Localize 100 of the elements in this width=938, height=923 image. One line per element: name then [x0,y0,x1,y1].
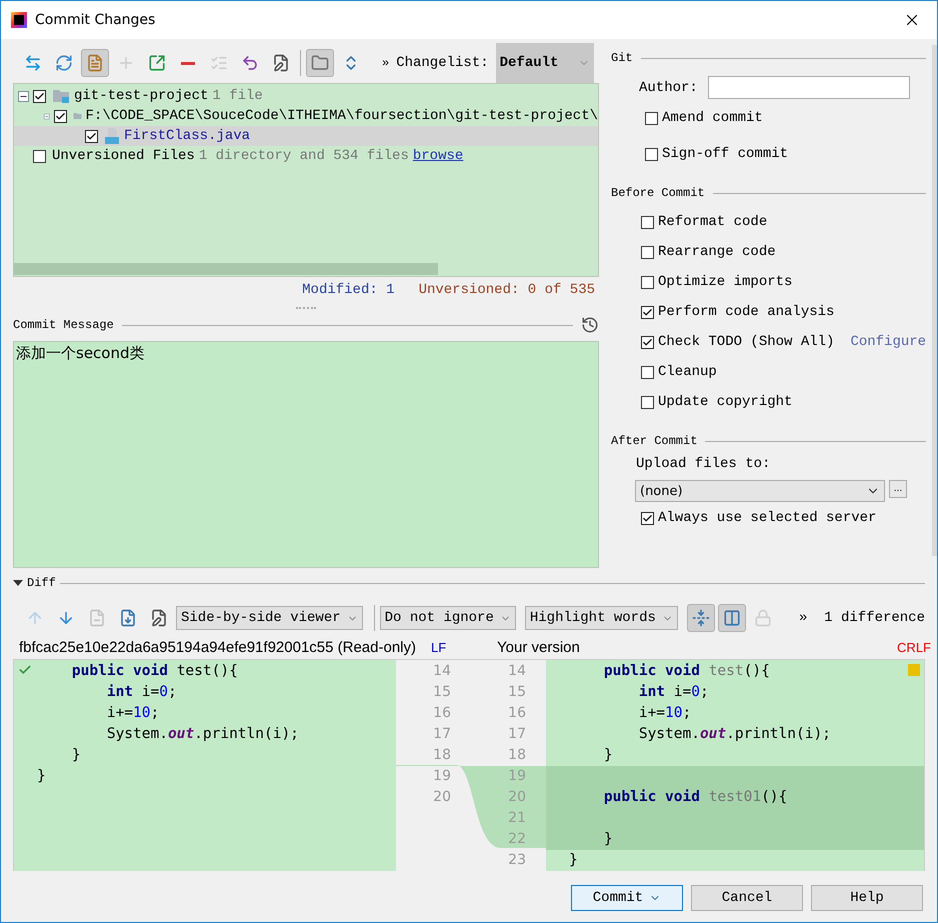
line-number: 14 [508,662,526,681]
code-line: i+=10; [106,704,160,723]
line-number: 19 [433,767,451,786]
code-line: i+=10; [638,704,692,723]
history-icon[interactable] [581,316,599,334]
checkbox[interactable] [645,112,658,124]
tree-row[interactable]: F:\CODE_SPACE\SouceCode\ITHEIMA\foursection\git-test-project\ [14,106,598,126]
tree-meta: 1 directory and 534 files [198,148,409,164]
java-file-icon [104,127,120,145]
code-line: } [602,830,613,849]
checkbox[interactable] [641,396,654,408]
option-label: Amend commit [662,110,763,126]
line-number: 22 [508,830,526,849]
collapse-icon[interactable] [18,90,29,102]
scrollbar[interactable] [14,263,438,275]
line-separator: CRLF [897,640,931,654]
tree-row[interactable]: FirstClass.java [14,126,598,146]
option-label: Check TODO (Show All) [658,334,834,350]
checkbox[interactable] [641,306,654,318]
checkbox[interactable] [85,130,98,142]
app-icon [11,12,27,28]
code-line: System.out.println(i); [638,725,831,744]
window-title: Commit Changes [35,12,156,28]
columns-button[interactable] [718,604,746,632]
collapse-button[interactable] [686,604,715,632]
check-icon [18,663,32,677]
checkbox[interactable] [33,150,46,162]
checkmark-icon [54,110,66,122]
option-label: Rearrange code [658,244,776,260]
section-title: Diff [27,576,56,590]
code-line: public void test01(){ [602,788,788,807]
author-field[interactable] [708,76,910,99]
dialog-button[interactable]: Cancel [691,885,803,911]
folder-icon [52,88,70,104]
tree-label: FirstClass.java [124,128,250,144]
dropdown[interactable]: Side-by-side viewer [176,606,363,630]
checkbox[interactable] [641,512,654,524]
commit-message-field[interactable]: 添加一个second类 [13,341,599,568]
browse-link[interactable]: browse [412,148,464,164]
left-file-title: fbfcac25e10e22da6a95194a94efe91f92001c55 (Read-only) [19,638,417,656]
unversioned-count: Unversioned: 0 of 535 [418,282,595,298]
checkbox[interactable] [641,366,654,378]
right-file-title: Your version [497,638,581,656]
line-number: 15 [433,683,451,702]
option-label: Perform code analysis [658,304,834,320]
tree-label: Unversioned Files [52,148,195,164]
changelist-dropdown[interactable]: Default [496,43,594,83]
line-number: 18 [433,746,451,765]
option-label: Always use selected server [658,510,876,526]
line-number: 15 [508,683,526,702]
configure-link[interactable]: Configure [850,334,926,350]
checkbox[interactable] [641,276,654,288]
checkmark-icon [86,130,97,142]
line-number: 20 [433,788,451,807]
checkmark-icon [642,336,653,348]
dialog-button[interactable]: Commit [571,885,683,911]
collapse-triangle-icon[interactable] [13,579,23,587]
checkbox[interactable] [54,110,66,122]
checkmark-icon [642,512,653,524]
tree-row[interactable]: Unversioned Files 1 directory and 534 files browse [14,146,598,166]
checkbox[interactable] [641,216,654,228]
section-title: After Commit [611,434,698,448]
option-label: Optimize imports [658,274,792,290]
line-number: 20 [508,788,526,807]
checkbox[interactable] [641,246,654,258]
line-number: 17 [508,725,526,744]
upload-dropdown[interactable]: (none) [635,480,885,502]
tree-label: F:\CODE_SPACE\SouceCode\ITHEIMA\foursection\git-test-project\ [86,108,598,124]
checkbox[interactable] [33,90,46,102]
section-title: Git [611,51,633,65]
line-number: 16 [433,704,451,723]
line-number: 16 [508,704,526,723]
checkmark-icon [34,90,45,102]
upload-label: Upload files to: [636,456,770,472]
section-title: Commit Message [13,318,114,332]
code-line: public void test(){ [602,662,770,681]
option-label: Sign-off commit [662,146,788,162]
option-label: Cleanup [658,364,717,380]
more-button[interactable]: ... [889,480,907,498]
checkmark-icon [642,306,653,318]
line-number: 18 [508,746,526,765]
splitter-grip[interactable] [296,306,316,310]
folder-button[interactable] [306,49,334,77]
code-line: int i=0; [638,683,709,702]
change-marker [908,664,920,676]
tree-row[interactable]: git-test-project 1 file [14,86,598,106]
checkbox[interactable] [641,336,654,348]
section-title: Before Commit [611,186,705,200]
difference-count: » 1 difference [798,610,925,626]
modified-count: Modified: 1 [302,282,395,298]
line-separator: LF [431,640,446,654]
overflow-icon[interactable]: » [382,56,390,70]
dropdown[interactable]: Highlight words [524,606,678,630]
line-number: 17 [433,725,451,744]
checkbox[interactable] [645,148,658,160]
dialog-button[interactable]: Help [811,885,923,911]
code-line: } [569,851,578,870]
dropdown[interactable]: Do not ignore [380,606,516,630]
author-label: Author: [639,80,698,96]
tree-label: git-test-project [74,88,208,104]
